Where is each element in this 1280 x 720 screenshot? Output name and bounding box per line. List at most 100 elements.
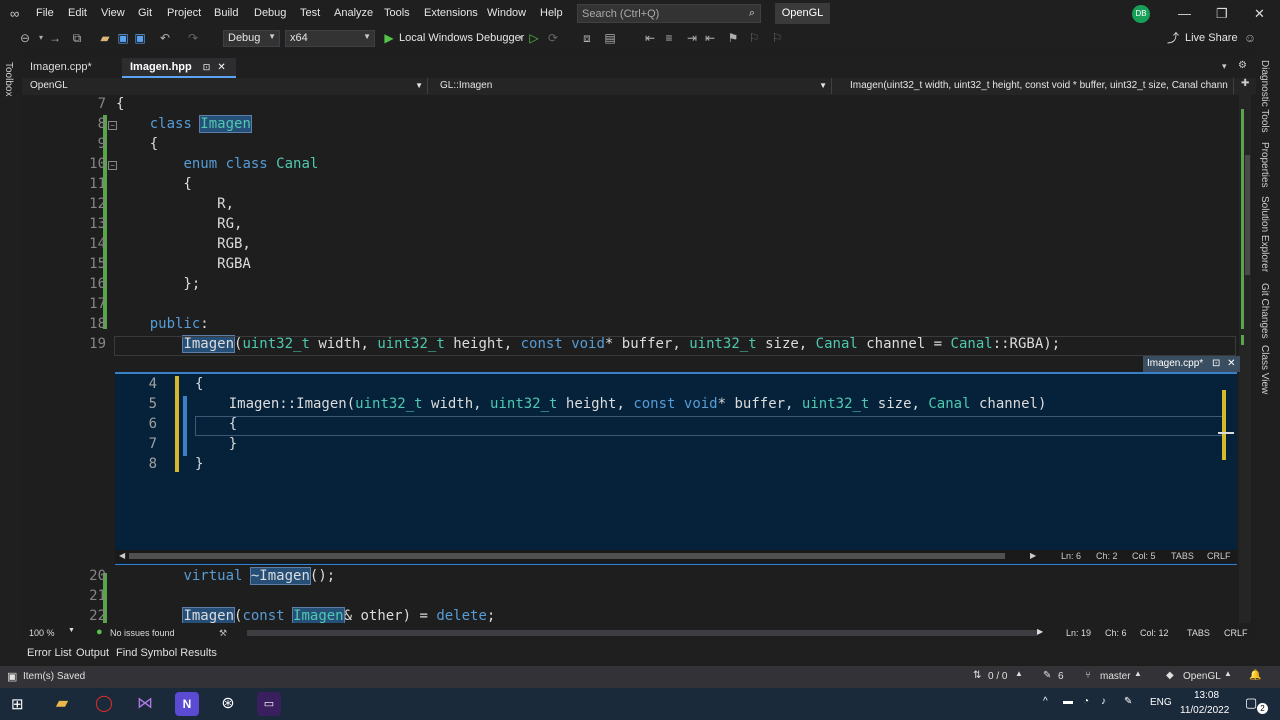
repo-name[interactable]: OpenGL [1183,671,1221,682]
project-dropdown[interactable]: OpenGL ▼ [22,78,428,94]
outdent-icon[interactable]: ⇤ [703,31,717,45]
maximize-icon[interactable]: ❐ [1216,6,1228,22]
pin-icon[interactable]: ⊡ [203,62,211,72]
pending-changes[interactable]: 6 [1058,671,1064,682]
indent-mode[interactable]: TABS [1187,628,1210,638]
git-changes-tab[interactable]: Git Changes [1259,283,1270,339]
browse-icon[interactable]: ⧈ [580,31,594,45]
align-icon[interactable]: ≡ [662,31,676,45]
tab-error-list[interactable]: Error List [27,647,72,659]
properties-tab[interactable]: Properties [1259,142,1270,188]
start-without-debug-icon[interactable]: ▷ [527,31,541,45]
clock-date[interactable]: 11/02/2022 [1180,705,1229,716]
tab-find-symbol-results[interactable]: Find Symbol Results [116,647,217,659]
peek-indent-mode[interactable]: TABS [1171,551,1194,561]
code-line[interactable]: { [195,376,203,392]
code-line[interactable]: Imagen::Imagen(uint32_t width, uint32_t … [195,396,1047,412]
visual-studio-logo-icon[interactable]: ∞ [10,6,19,21]
code-line[interactable]: } [195,456,203,472]
open-folder-icon[interactable]: ▰ [98,31,112,45]
bookmark-icon[interactable]: ⚑ [726,31,740,45]
search-input[interactable]: Search (Ctrl+Q) ⌕ [577,4,761,23]
windows-start-icon[interactable]: ⊞ [11,695,24,713]
network-icon[interactable]: ◔ [1083,696,1089,707]
undo-icon[interactable]: ↶ [158,31,172,45]
menu-project[interactable]: Project [167,7,201,19]
menu-extensions[interactable]: Extensions [424,7,478,19]
feedback-icon[interactable]: ☺ [1243,31,1257,45]
run-dropdown-icon[interactable]: ▾ [514,31,528,45]
tab-imagen-cpp[interactable]: Imagen.cpp* [22,58,100,76]
avatar[interactable]: DB [1132,5,1150,23]
vertical-scrollbar[interactable] [1239,95,1251,623]
scroll-right-icon[interactable]: ▶ [1030,551,1036,560]
tab-imagen-hpp[interactable]: Imagen.hpp ⊡ ✕ [122,58,236,78]
back-dropdown-icon[interactable]: ▾ [34,31,48,45]
issues-status[interactable]: No issues found [110,628,175,638]
class-view-tab[interactable]: Class View [1259,345,1270,394]
menu-build[interactable]: Build [214,7,238,19]
peek-title-tab[interactable]: Imagen.cpp* ⊡ ✕ [1143,356,1240,372]
code-line[interactable]: { [116,136,158,152]
redo-icon[interactable]: ↷ [186,31,200,45]
code-line[interactable]: R, [116,196,234,212]
solution-explorer-tab[interactable]: Solution Explorer [1259,196,1270,272]
language-indicator[interactable]: ENG [1150,697,1172,708]
menu-analyze[interactable]: Analyze [334,7,373,19]
zoom-select[interactable]: 100 % [29,628,55,638]
code-line[interactable]: virtual ~Imagen(); [116,567,335,585]
minimize-icon[interactable]: — [1178,6,1191,21]
forward-icon[interactable]: → [48,31,62,45]
file-explorer-icon[interactable]: ▰ [50,692,74,716]
live-share-button[interactable]: Live Share [1185,32,1238,44]
opera-browser-icon[interactable]: ◯ [92,692,116,716]
menu-test[interactable]: Test [300,7,320,19]
indent-icon[interactable]: ⇥ [685,31,699,45]
prev-bookmark-icon[interactable]: ⚐ [747,31,761,45]
code-line[interactable]: RGB, [116,236,251,252]
visual-studio-icon[interactable]: ⋈ [133,692,157,716]
code-line[interactable]: { [116,176,191,192]
menu-debug[interactable]: Debug [254,7,286,19]
tray-app-icon[interactable]: ▬ [1063,696,1073,707]
code-line[interactable]: class Imagen [116,115,252,133]
steam-icon[interactable]: ⊛ [216,692,240,716]
pen-icon[interactable]: ✎ [1124,696,1132,707]
branch-name[interactable]: master [1100,671,1131,682]
code-line[interactable]: } [195,436,237,452]
tray-expand-icon[interactable]: ^ [1043,696,1048,707]
code-line[interactable]: enum class Canal [116,156,318,172]
scroll-right-icon[interactable]: ▶ [1037,627,1043,636]
peek-definition-window[interactable]: 4{5 Imagen::Imagen(uint32_t width, uint3… [115,372,1237,565]
code-line[interactable]: RG, [116,216,242,232]
member-dropdown[interactable]: Imagen(uint32_t width, uint32_t height, … [842,78,1234,94]
close-window-icon[interactable]: ✕ [1254,6,1265,22]
platform-select[interactable]: x64 ▼ [285,30,375,47]
code-line[interactable]: public: [116,316,209,332]
new-project-icon[interactable]: ⧉ [70,31,84,45]
save-icon[interactable]: ▣ [116,31,130,45]
horizontal-scrollbar[interactable] [247,630,1037,636]
run-button[interactable]: Local Windows Debugger [399,32,524,44]
menu-window[interactable]: Window [487,7,526,19]
menu-view[interactable]: View [101,7,125,19]
volume-icon[interactable]: ♪ [1101,696,1106,707]
tab-output[interactable]: Output [76,647,109,659]
scroll-left-icon[interactable]: ◀ [119,551,125,560]
terminal-icon[interactable]: ▭ [257,692,281,716]
code-line[interactable]: { [116,96,124,112]
code-line[interactable]: RGBA [116,256,251,272]
line-ending[interactable]: CRLF [1224,628,1248,638]
notifications-icon[interactable]: 🔔 [1249,670,1261,681]
visual-studio-active-icon[interactable]: N [175,692,199,716]
tab-list-dropdown-icon[interactable]: ▾ [1222,61,1227,72]
promote-to-tab-icon[interactable]: ⊡ [1212,358,1220,369]
menu-edit[interactable]: Edit [68,7,87,19]
commits-count[interactable]: 0 / 0 [988,671,1007,682]
code-line[interactable]: Imagen(const Imagen& other) = delete; [116,607,495,623]
toolbox-tab[interactable]: Toolbox [3,62,14,96]
menu-help[interactable]: Help [540,7,563,19]
close-peek-icon[interactable]: ✕ [1227,358,1235,369]
clock-time[interactable]: 13:08 [1194,690,1219,701]
layout-icon[interactable]: ▤ [603,31,617,45]
